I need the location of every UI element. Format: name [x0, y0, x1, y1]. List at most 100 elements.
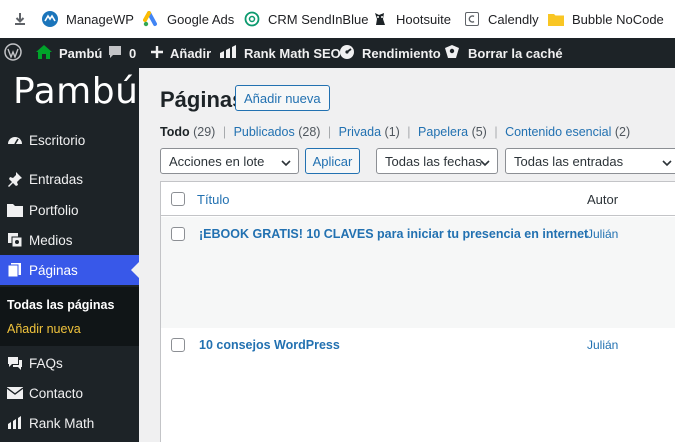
pages-icon — [6, 261, 24, 279]
comments-count: 0 — [129, 45, 137, 61]
new-content-menu[interactable]: Añadir — [151, 38, 211, 68]
row-author-link[interactable]: Julián — [587, 227, 618, 241]
view-trash[interactable]: Papelera — [418, 125, 468, 139]
bookmark-hootsuite[interactable]: Hootsuite — [372, 0, 451, 38]
table-row: 10 consejos WordPress Julián — [161, 328, 675, 442]
comment-icon — [108, 45, 129, 62]
status-filter-links: Todo (29) | Publicados (28) | Privada (1… — [160, 125, 630, 139]
view-essential-count: (2) — [614, 125, 631, 139]
sidebar-item-entradas[interactable]: Entradas — [0, 164, 139, 194]
bulk-actions-select[interactable]: Acciones en lote — [160, 148, 299, 174]
cache-label: Borrar la caché — [468, 45, 563, 61]
separator: | — [327, 125, 332, 139]
admin-bar: Pambú 0 Añadir Rank Math SEO Rendimiento… — [0, 38, 675, 68]
rankmath-label: Rank Math SEO — [244, 45, 341, 61]
add-new-page-button[interactable]: Añadir nueva — [235, 85, 330, 111]
site-name-menu[interactable]: Pambú — [36, 38, 102, 68]
view-all[interactable]: Todo — [160, 125, 190, 139]
bookmark-google-ads[interactable]: Google Ads — [143, 0, 234, 38]
rankmath-icon — [6, 414, 24, 432]
site-brand: Pambú — [13, 71, 139, 112]
column-title-header[interactable]: Título — [197, 192, 230, 207]
post-filter-value: Todas las entradas — [514, 153, 624, 169]
submenu-add-new[interactable]: Añadir nueva — [7, 322, 81, 336]
sidebar-item-faqs[interactable]: FAQs — [0, 348, 139, 378]
bookmark-download[interactable] — [12, 0, 36, 38]
view-private[interactable]: Privada — [339, 125, 381, 139]
table-row: ¡EBOOK GRATIS! 10 CLAVES para iniciar tu… — [161, 217, 675, 328]
sidebar-item-label: Rank Math — [29, 415, 95, 431]
bookmark-label: Hootsuite — [396, 11, 451, 27]
date-filter-value: Todas las fechas — [385, 153, 482, 169]
performance-icon — [339, 44, 362, 63]
row-title-link[interactable]: 10 consejos WordPress — [199, 338, 340, 352]
bookmark-label: Calendly — [488, 11, 539, 27]
bulk-actions-value: Acciones en lote — [169, 153, 265, 169]
bookmark-bubble-nocode[interactable]: Bubble NoCode — [548, 0, 664, 38]
new-label: Añadir — [170, 45, 212, 61]
bookmark-label: Google Ads — [167, 11, 235, 27]
row-checkbox[interactable] — [171, 227, 185, 241]
bookmark-sendinblue[interactable]: CRM SendInBlue — [244, 0, 368, 38]
sidebar-item-label: Escritorio — [29, 132, 86, 148]
view-private-count: (1) — [384, 125, 400, 139]
view-all-count: (29) — [193, 125, 216, 139]
site-name: Pambú — [59, 45, 103, 61]
rankmath-menu[interactable]: Rank Math SEO — [219, 38, 341, 68]
comments-icon — [6, 354, 24, 372]
view-trash-count: (5) — [471, 125, 487, 139]
wp-logo-menu[interactable] — [4, 38, 29, 68]
row-author-link[interactable]: Julián — [587, 338, 618, 352]
sidebar-item-contacto[interactable]: Contacto — [0, 378, 139, 408]
apply-button[interactable]: Aplicar — [305, 148, 360, 174]
date-filter-select[interactable]: Todas las fechas — [376, 148, 498, 174]
post-filter-select[interactable]: Todas las entradas — [505, 148, 675, 174]
sendinblue-icon — [244, 11, 260, 27]
sidebar-item-label: Páginas — [29, 262, 78, 278]
mail-icon — [6, 384, 24, 402]
folder-icon — [6, 201, 24, 219]
select-all-checkbox[interactable] — [171, 192, 185, 206]
managewp-icon — [42, 11, 58, 27]
sidebar-item-label: FAQs — [29, 355, 63, 371]
download-icon — [12, 11, 28, 27]
separator: | — [494, 125, 498, 139]
pin-icon — [6, 170, 24, 188]
pages-table: Título Autor ¡EBOOK GRATIS! 10 CLAVES pa… — [160, 181, 675, 442]
media-icon — [6, 231, 24, 249]
bookmark-label: Bubble NoCode — [572, 11, 664, 27]
comments-menu[interactable]: 0 — [108, 38, 136, 68]
bookmark-label: CRM SendInBlue — [268, 11, 369, 27]
row-title-link[interactable]: ¡EBOOK GRATIS! 10 CLAVES para iniciar tu… — [199, 227, 588, 241]
plus-icon — [151, 45, 170, 61]
table-header: Título Autor — [161, 182, 675, 216]
bookmarks-bar: ManageWP Google Ads CRM SendInBlue Hoots… — [0, 0, 675, 38]
separator: | — [222, 125, 227, 139]
sidebar-item-rank-math[interactable]: Rank Math — [0, 408, 139, 438]
main-content: Páginas Añadir nueva Todo (29) | Publica… — [139, 68, 675, 442]
sidebar-item-escritorio[interactable]: Escritorio — [0, 125, 139, 155]
wordpress-icon — [4, 42, 29, 64]
view-published-count: (28) — [298, 125, 321, 139]
chevron-down-icon — [662, 156, 672, 171]
sidebar-item-portfolio[interactable]: Portfolio — [0, 195, 139, 225]
column-author-header: Autor — [587, 192, 619, 207]
calendly-icon — [464, 11, 480, 27]
sidebar-item-label: Portfolio — [29, 202, 79, 218]
performance-label: Rendimiento — [362, 45, 441, 61]
google-ads-icon — [143, 11, 159, 27]
bookmark-managewp[interactable]: ManageWP — [42, 0, 134, 38]
rankmath-icon — [219, 44, 244, 62]
sidebar-item-medios[interactable]: Medios — [0, 225, 139, 255]
clear-cache-menu[interactable]: Borrar la caché — [443, 38, 563, 68]
sidebar-item-paginas[interactable]: Páginas — [0, 255, 139, 285]
view-essential[interactable]: Contenido esencial — [505, 125, 611, 139]
page-title: Páginas — [160, 87, 245, 112]
row-checkbox[interactable] — [171, 338, 185, 352]
hootsuite-icon — [372, 11, 388, 27]
bookmark-label: ManageWP — [66, 11, 134, 27]
submenu-all-pages[interactable]: Todas las páginas — [7, 298, 114, 312]
bookmark-calendly[interactable]: Calendly — [464, 0, 539, 38]
view-published[interactable]: Publicados — [234, 125, 295, 139]
performance-menu[interactable]: Rendimiento — [339, 38, 441, 68]
